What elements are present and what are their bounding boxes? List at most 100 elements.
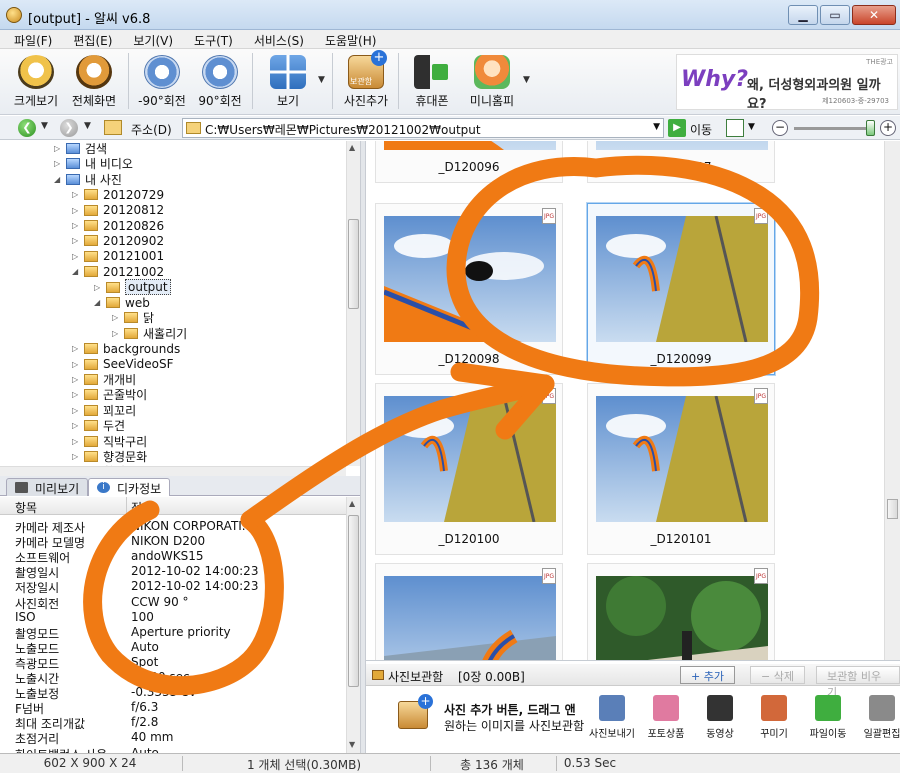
storage-add-button[interactable]: + 추가 bbox=[680, 666, 735, 684]
view-dropdown-icon[interactable]: ▼ bbox=[318, 75, 325, 85]
scroll-down-icon[interactable]: ▼ bbox=[349, 453, 355, 462]
tree-scroll-thumb[interactable] bbox=[348, 219, 359, 309]
tab-camera-info[interactable]: i 디카정보 bbox=[88, 478, 171, 496]
maximize-button[interactable]: ▭ bbox=[820, 5, 850, 25]
rotate-cw-button[interactable]: 90°회전 bbox=[190, 53, 250, 109]
expand-icon[interactable]: ▷ bbox=[72, 437, 84, 446]
tree-item[interactable]: ▷ 닭 bbox=[112, 310, 154, 325]
view-button[interactable]: 보기 bbox=[258, 53, 318, 109]
thumbnail-item[interactable]: JPG bbox=[587, 563, 775, 660]
storage-action-button[interactable]: 꾸미기 bbox=[748, 695, 800, 740]
tab-preview[interactable]: 미리보기 bbox=[6, 478, 89, 496]
expand-icon[interactable]: ▷ bbox=[72, 421, 84, 430]
slider-thumb[interactable] bbox=[866, 120, 875, 136]
storage-action-button[interactable]: 파일이동 bbox=[802, 695, 854, 740]
tree-item[interactable]: ▷ 곤줄박이 bbox=[72, 387, 147, 402]
thumbnail-item[interactable]: JPG _D120100 bbox=[375, 383, 563, 555]
close-button[interactable]: ✕ bbox=[852, 5, 896, 25]
advertisement-banner[interactable]: THE광고 Why? 왜, 더성형외과의원 일까요? 제120603-중-297… bbox=[676, 54, 898, 112]
back-dropdown-icon[interactable]: ▼ bbox=[41, 121, 48, 131]
expand-icon[interactable]: ▷ bbox=[72, 236, 84, 245]
menu-services[interactable]: 서비스(S) bbox=[240, 30, 311, 48]
info-scrollbar[interactable]: ▲ ▼ bbox=[346, 497, 360, 753]
menu-view[interactable]: 보기(V) bbox=[119, 30, 180, 48]
zoom-view-button[interactable]: 크게보기 bbox=[6, 53, 66, 109]
rotate-ccw-button[interactable]: -90°회전 bbox=[132, 53, 192, 109]
tree-item[interactable]: ▷ 20121001 bbox=[72, 249, 164, 264]
expand-icon[interactable]: ▷ bbox=[72, 406, 84, 415]
tree-item[interactable]: ▷ backgrounds bbox=[72, 341, 180, 356]
storage-action-button[interactable]: 포토상품 bbox=[640, 695, 692, 740]
tree-item[interactable]: ▷향경문화 bbox=[72, 449, 147, 464]
address-input[interactable]: C:₩Users₩레몬₩Pictures₩20121002₩output ▼ bbox=[182, 118, 664, 138]
tree-item[interactable]: ▷ 새홀리기 bbox=[112, 326, 187, 341]
fullscreen-button[interactable]: 전체화면 bbox=[64, 53, 124, 109]
expand-icon[interactable]: ▷ bbox=[72, 390, 84, 399]
expand-icon[interactable]: ▷ bbox=[54, 159, 66, 168]
tree-item[interactable]: ▷ 20120812 bbox=[72, 203, 164, 218]
expand-icon[interactable]: ▷ bbox=[72, 360, 84, 369]
address-dropdown-icon[interactable]: ▼ bbox=[653, 122, 660, 132]
tree-item[interactable]: ▷ output bbox=[94, 279, 171, 296]
expand-icon[interactable]: ▷ bbox=[54, 144, 66, 153]
expand-icon[interactable]: ▷ bbox=[72, 375, 84, 384]
back-button[interactable]: ❮ bbox=[18, 119, 36, 137]
zoom-out-icon[interactable]: − bbox=[772, 120, 788, 136]
expand-icon[interactable]: ▷ bbox=[72, 221, 84, 230]
forward-dropdown-icon[interactable]: ▼ bbox=[84, 121, 91, 131]
minimize-button[interactable]: ▁ bbox=[788, 5, 818, 25]
menu-edit[interactable]: 편집(E) bbox=[59, 30, 119, 48]
storage-action-button[interactable]: 동영상 bbox=[694, 695, 746, 740]
phone-button[interactable]: 휴대폰 bbox=[402, 53, 462, 109]
add-photo-button[interactable]: 보관함 사진추가 bbox=[336, 50, 396, 109]
thumbnail-item[interactable]: JPG_D120097 bbox=[587, 141, 775, 183]
go-button[interactable]: 이동 bbox=[690, 121, 712, 138]
storage-empty-button[interactable]: 보관함 비우기 bbox=[816, 666, 900, 699]
thumbnail-item[interactable]: JPG _D120101 bbox=[587, 383, 775, 555]
expand-icon[interactable]: ▷ bbox=[72, 452, 84, 461]
tree-item[interactable]: ▷ 두견 bbox=[72, 418, 125, 433]
app-icon[interactable] bbox=[6, 7, 22, 23]
thumbnail-item[interactable]: JPG _D120098 bbox=[375, 203, 563, 375]
list-view-dropdown-icon[interactable]: ▼ bbox=[748, 122, 755, 132]
expand-icon[interactable]: ▷ bbox=[72, 206, 84, 215]
expand-icon[interactable]: ▷ bbox=[112, 313, 124, 322]
menu-file[interactable]: 파일(F) bbox=[0, 30, 59, 48]
tree-item[interactable]: ◢ 20121002 bbox=[72, 264, 164, 279]
tree-item[interactable]: ▷ 20120826 bbox=[72, 218, 164, 233]
tree-item[interactable]: ▷ 내 비디오 bbox=[54, 156, 133, 171]
mini-homepage-button[interactable]: 미니홈피 bbox=[462, 53, 522, 109]
storage-action-button[interactable]: 사진보내기 bbox=[586, 695, 638, 740]
tree-item[interactable]: ▷ 개개비 bbox=[72, 372, 136, 387]
collapse-icon[interactable]: ◢ bbox=[94, 298, 106, 307]
storage-delete-button[interactable]: − 삭제 bbox=[750, 666, 805, 684]
forward-button[interactable]: ❯ bbox=[60, 119, 78, 137]
thumbnail-size-slider[interactable] bbox=[794, 127, 874, 130]
tree-item[interactable]: ▷ 20120729 bbox=[72, 187, 164, 202]
tree-hscrollbar[interactable] bbox=[0, 466, 346, 476]
tree-item[interactable]: ◢ 내 사진 bbox=[54, 172, 122, 187]
scroll-up-icon[interactable]: ▲ bbox=[349, 499, 355, 508]
up-folder-icon[interactable] bbox=[104, 120, 122, 135]
info-header-key[interactable]: 항목 bbox=[15, 499, 37, 516]
info-header-value[interactable]: 정보 bbox=[131, 499, 153, 516]
menu-tools[interactable]: 도구(T) bbox=[180, 30, 240, 48]
storage-action-button[interactable]: 일괄편집 bbox=[856, 695, 900, 740]
thumbnail-item[interactable]: JPG bbox=[375, 563, 563, 660]
collapse-icon[interactable]: ◢ bbox=[72, 267, 84, 276]
tree-item[interactable]: ◢ web bbox=[94, 295, 150, 310]
expand-icon[interactable]: ▷ bbox=[112, 329, 124, 338]
menu-help[interactable]: 도움말(H) bbox=[311, 30, 384, 48]
more-dropdown-icon[interactable]: ▼ bbox=[523, 75, 530, 85]
info-scroll-thumb[interactable] bbox=[348, 515, 359, 687]
list-view-icon[interactable] bbox=[726, 119, 744, 137]
collapse-icon[interactable]: ◢ bbox=[54, 175, 66, 184]
expand-icon[interactable]: ▷ bbox=[94, 283, 106, 292]
zoom-in-icon[interactable]: + bbox=[880, 120, 896, 136]
thumbnail-scroll-thumb[interactable] bbox=[887, 499, 898, 519]
scroll-down-icon[interactable]: ▼ bbox=[349, 740, 355, 749]
tree-item[interactable]: ▷ 검색 bbox=[54, 141, 107, 156]
tree-scrollbar[interactable]: ▲ ▼ bbox=[346, 141, 360, 466]
scroll-up-icon[interactable]: ▲ bbox=[349, 143, 355, 152]
go-icon[interactable]: ▶ bbox=[668, 119, 686, 137]
